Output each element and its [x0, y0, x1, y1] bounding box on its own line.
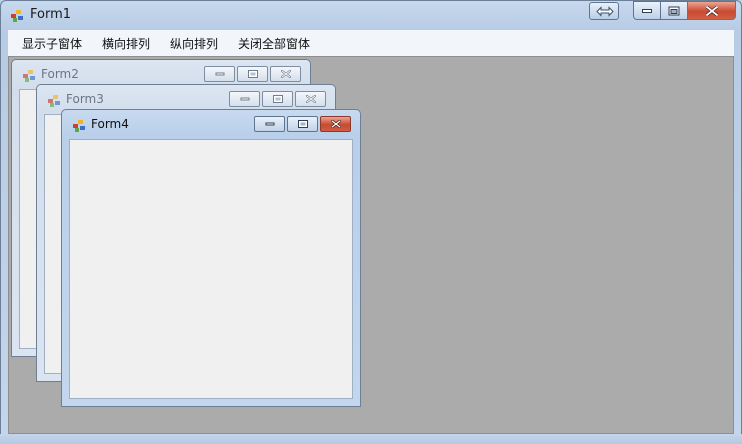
close-icon — [705, 5, 718, 16]
menu-close-all-forms[interactable]: 关闭全部窗体 — [238, 35, 310, 52]
restore-icon — [247, 70, 258, 78]
minimize-button[interactable] — [633, 1, 661, 20]
form4-icon — [73, 120, 86, 132]
form4-client — [69, 139, 353, 399]
form4-close-button[interactable] — [320, 116, 351, 132]
form2-title: Form2 — [41, 67, 79, 81]
form3-title: Form3 — [66, 92, 104, 106]
close-button[interactable] — [687, 1, 736, 20]
form2-minimize-button[interactable] — [204, 66, 235, 82]
minimize-icon — [215, 72, 224, 76]
snap-button[interactable] — [589, 2, 619, 20]
form3-minimize-button[interactable] — [229, 91, 260, 107]
maximize-icon — [668, 6, 680, 15]
form3-close-button[interactable] — [295, 91, 326, 107]
form4-restore-button[interactable] — [287, 116, 318, 132]
app-icon — [11, 10, 24, 22]
close-icon — [280, 70, 291, 78]
menu-tile-horizontal[interactable]: 横向排列 — [102, 35, 150, 52]
form2-restore-button[interactable] — [237, 66, 268, 82]
close-icon — [330, 120, 341, 128]
close-icon — [305, 95, 316, 103]
menu-tile-vertical[interactable]: 纵向排列 — [170, 35, 218, 52]
form4-minimize-button[interactable] — [254, 116, 285, 132]
form4-title: Form4 — [91, 117, 129, 131]
snap-arrows-icon — [596, 6, 614, 17]
menu-bar: 显示子窗体 横向排列 纵向排列 关闭全部窗体 — [8, 30, 734, 57]
restore-icon — [297, 120, 308, 128]
form2-close-button[interactable] — [270, 66, 301, 82]
menu-show-child-forms[interactable]: 显示子窗体 — [22, 35, 82, 52]
minimize-icon — [642, 8, 652, 13]
child-form-4[interactable]: Form4 — [61, 109, 361, 407]
minimize-icon — [240, 97, 249, 101]
restore-icon — [272, 95, 283, 103]
form3-icon — [48, 95, 61, 107]
window-bottom-border — [0, 434, 742, 444]
mdi-client-area[interactable]: Form2 Form3 Form4 — [8, 56, 734, 434]
form3-restore-button[interactable] — [262, 91, 293, 107]
form2-icon — [23, 70, 36, 82]
maximize-button[interactable] — [660, 1, 688, 20]
caption-buttons — [633, 1, 736, 20]
minimize-icon — [265, 122, 274, 126]
window-title: Form1 — [30, 7, 72, 22]
